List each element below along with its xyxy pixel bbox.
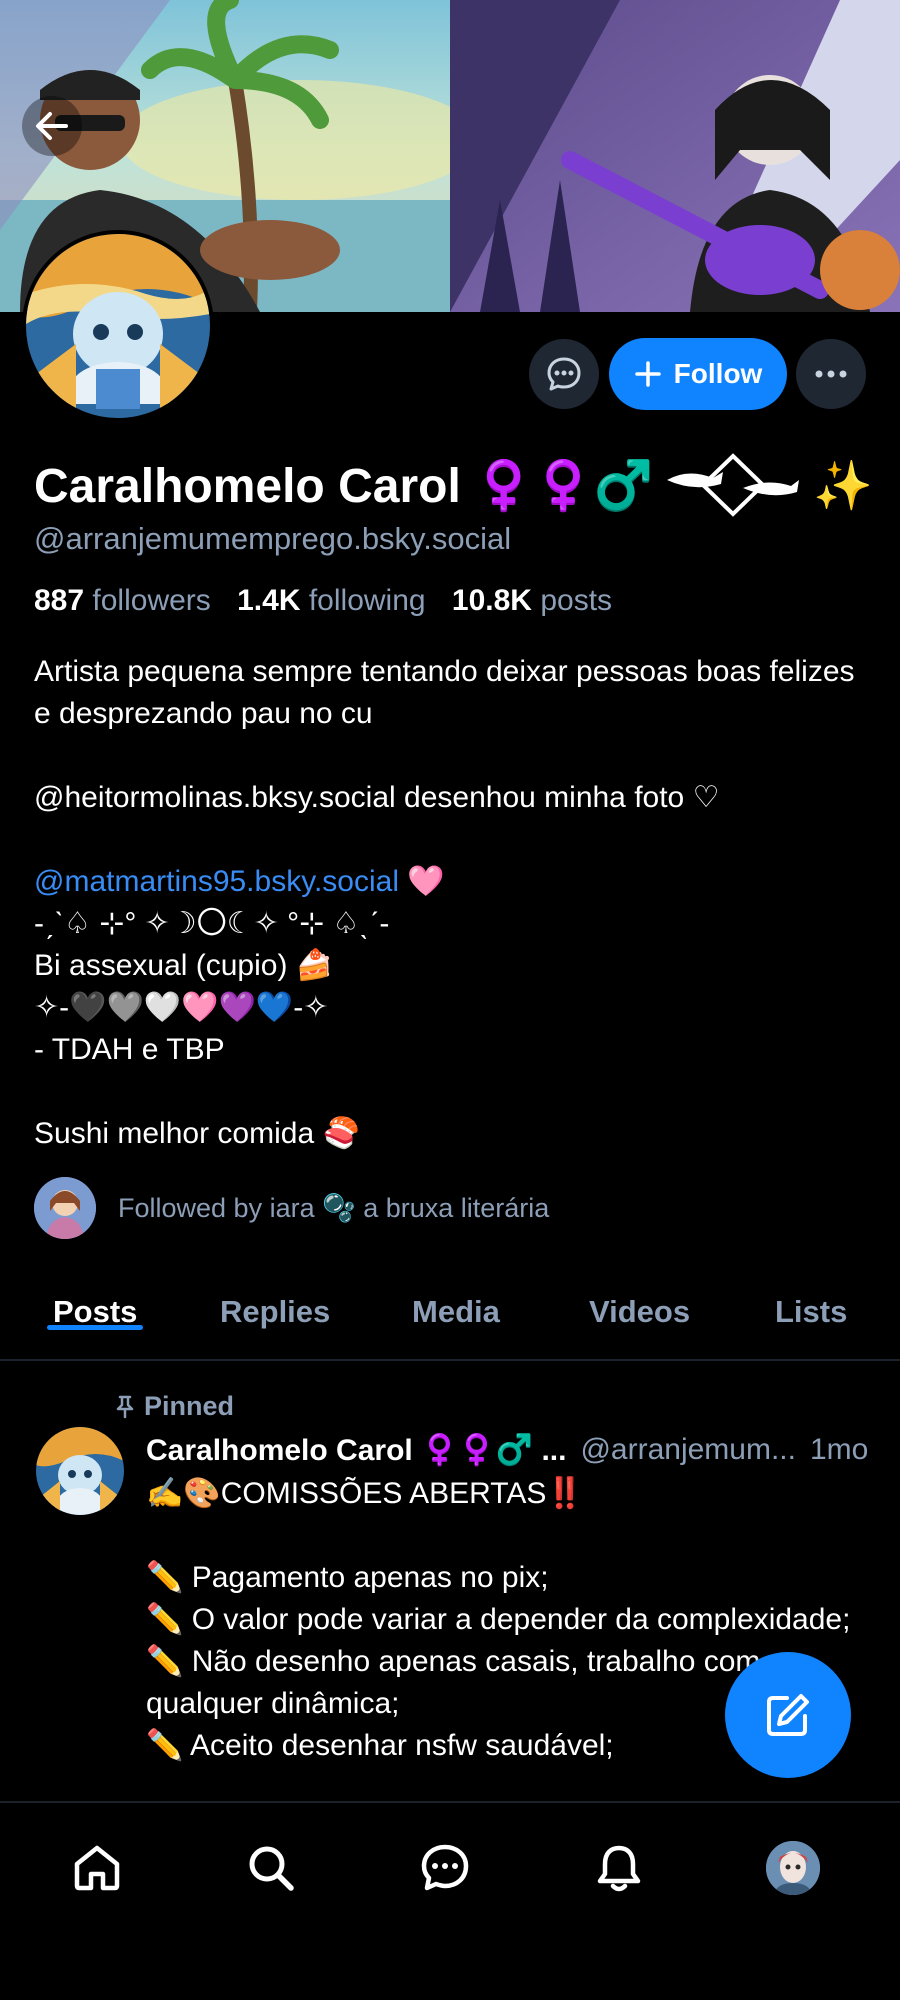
pin-icon <box>116 1395 134 1418</box>
bio-line: -ˏˋ♤ ⊹° ✧☽〇☾✧ °⊹ ♤ˎˊ- <box>34 907 390 940</box>
current-user-avatar <box>766 1841 820 1895</box>
profile-handle: @arranjemumemprego.bsky.social <box>34 521 512 556</box>
followers-label: followers <box>92 584 211 617</box>
bio-line: Sushi melhor comida 🍣 <box>34 1117 360 1150</box>
followers-count: 887 <box>34 584 85 617</box>
home-icon <box>74 1845 120 1891</box>
posts-label: posts <box>540 584 613 617</box>
pinned-label: Pinned <box>144 1391 235 1421</box>
tab-lists[interactable]: Lists <box>775 1262 847 1330</box>
bio-mention-link[interactable]: @matmartins95.bsky.social <box>34 865 399 898</box>
profile-bio: Artista pequena sempre tentando deixar p… <box>34 651 874 1155</box>
plus-icon <box>634 361 661 387</box>
message-button[interactable] <box>529 339 599 409</box>
sparkles-emoji: ✨ <box>813 459 874 513</box>
post-timestamp[interactable]: 1mo <box>810 1433 868 1468</box>
post-line <box>146 1515 866 1557</box>
nav-chat[interactable] <box>410 1833 480 1903</box>
chat-bubble-icon <box>547 357 581 391</box>
followed-by-text: Followed by iara 🫧 a bruxa literária <box>118 1193 550 1223</box>
post-header: Caralhomelo Carol ♀️♀️♂️ ... @arranjemum… <box>146 1433 876 1468</box>
bio-blank <box>34 735 874 777</box>
tab-videos[interactable]: Videos <box>589 1262 690 1330</box>
following-count: 1.4K <box>237 584 301 617</box>
bio-line: - TDAH e TBP <box>34 1033 225 1066</box>
following-stat[interactable]: 1.4K following <box>237 584 443 617</box>
more-options-button[interactable] <box>796 339 866 409</box>
posts-stat: 10.8K posts <box>452 584 630 617</box>
tab-replies[interactable]: Replies <box>220 1262 330 1330</box>
follower-avatar <box>34 1177 96 1239</box>
bell-icon <box>597 1845 641 1892</box>
nav-search[interactable] <box>236 1833 306 1903</box>
bio-mention-line: @matmartins95.bsky.social 🩷 <box>34 861 874 903</box>
bio-blank <box>34 819 874 861</box>
ellipsis-icon <box>815 370 847 378</box>
posts-count: 10.8K <box>451 584 532 617</box>
bio-line: @heitormolinas.bksy.social desenhou minh… <box>34 781 720 814</box>
bottom-navigation <box>0 1801 900 2000</box>
compose-button[interactable] <box>725 1652 851 1778</box>
display-name-text: Caralhomelo Carol ♀️♀️♂️ <box>34 459 654 513</box>
followed-by[interactable]: Followed by iara 🫧 a bruxa literária <box>34 1177 549 1239</box>
bio-line: Bi assexual (cupio) 🍰 <box>34 949 334 982</box>
post-line: ✏️ Pagamento apenas no pix; <box>146 1561 549 1594</box>
followers-stat[interactable]: 887 followers <box>34 584 229 617</box>
nav-notifications[interactable] <box>584 1833 654 1903</box>
arrow-left-icon <box>36 112 68 140</box>
bio-line: Artista pequena sempre tentando deixar p… <box>34 655 855 730</box>
profile-tabs: Posts Replies Media Videos Lists <box>0 1262 900 1361</box>
bio-blank <box>34 1071 874 1113</box>
follow-label: Follow <box>673 358 763 389</box>
post-line: ✏️ O valor pode variar a depender da com… <box>146 1603 851 1636</box>
tab-posts[interactable]: Posts <box>46 1262 144 1330</box>
post-author-name[interactable]: Caralhomelo Carol ♀️♀️♂️ ... <box>146 1433 566 1468</box>
post-line: ✍️🎨COMISSÕES ABERTAS‼️ <box>146 1477 584 1510</box>
fish-diamond-icon <box>667 453 800 517</box>
back-button[interactable] <box>22 96 82 156</box>
pink-heart-emoji: 🩷 <box>407 865 445 898</box>
chat-icon <box>421 1844 469 1891</box>
post-author-avatar[interactable] <box>36 1427 124 1515</box>
post-author-handle[interactable]: @arranjemum... <box>580 1433 796 1468</box>
compose-icon <box>767 1694 809 1736</box>
following-label: following <box>308 584 426 617</box>
nav-home[interactable] <box>62 1833 132 1903</box>
nav-profile[interactable] <box>758 1833 828 1903</box>
display-name: Caralhomelo Carol ♀️♀️♂️ ✨ <box>34 450 873 520</box>
profile-avatar[interactable] <box>22 230 214 422</box>
follow-button[interactable]: Follow <box>609 338 787 410</box>
pinned-indicator: Pinned <box>114 1391 234 1422</box>
bio-line: ✧-🖤🩶🤍🩷💜💙-✧ <box>34 991 329 1024</box>
tab-media[interactable]: Media <box>412 1262 500 1330</box>
profile-stats: 887 followers 1.4K following 10.8K posts <box>34 584 630 618</box>
search-icon <box>249 1846 294 1891</box>
